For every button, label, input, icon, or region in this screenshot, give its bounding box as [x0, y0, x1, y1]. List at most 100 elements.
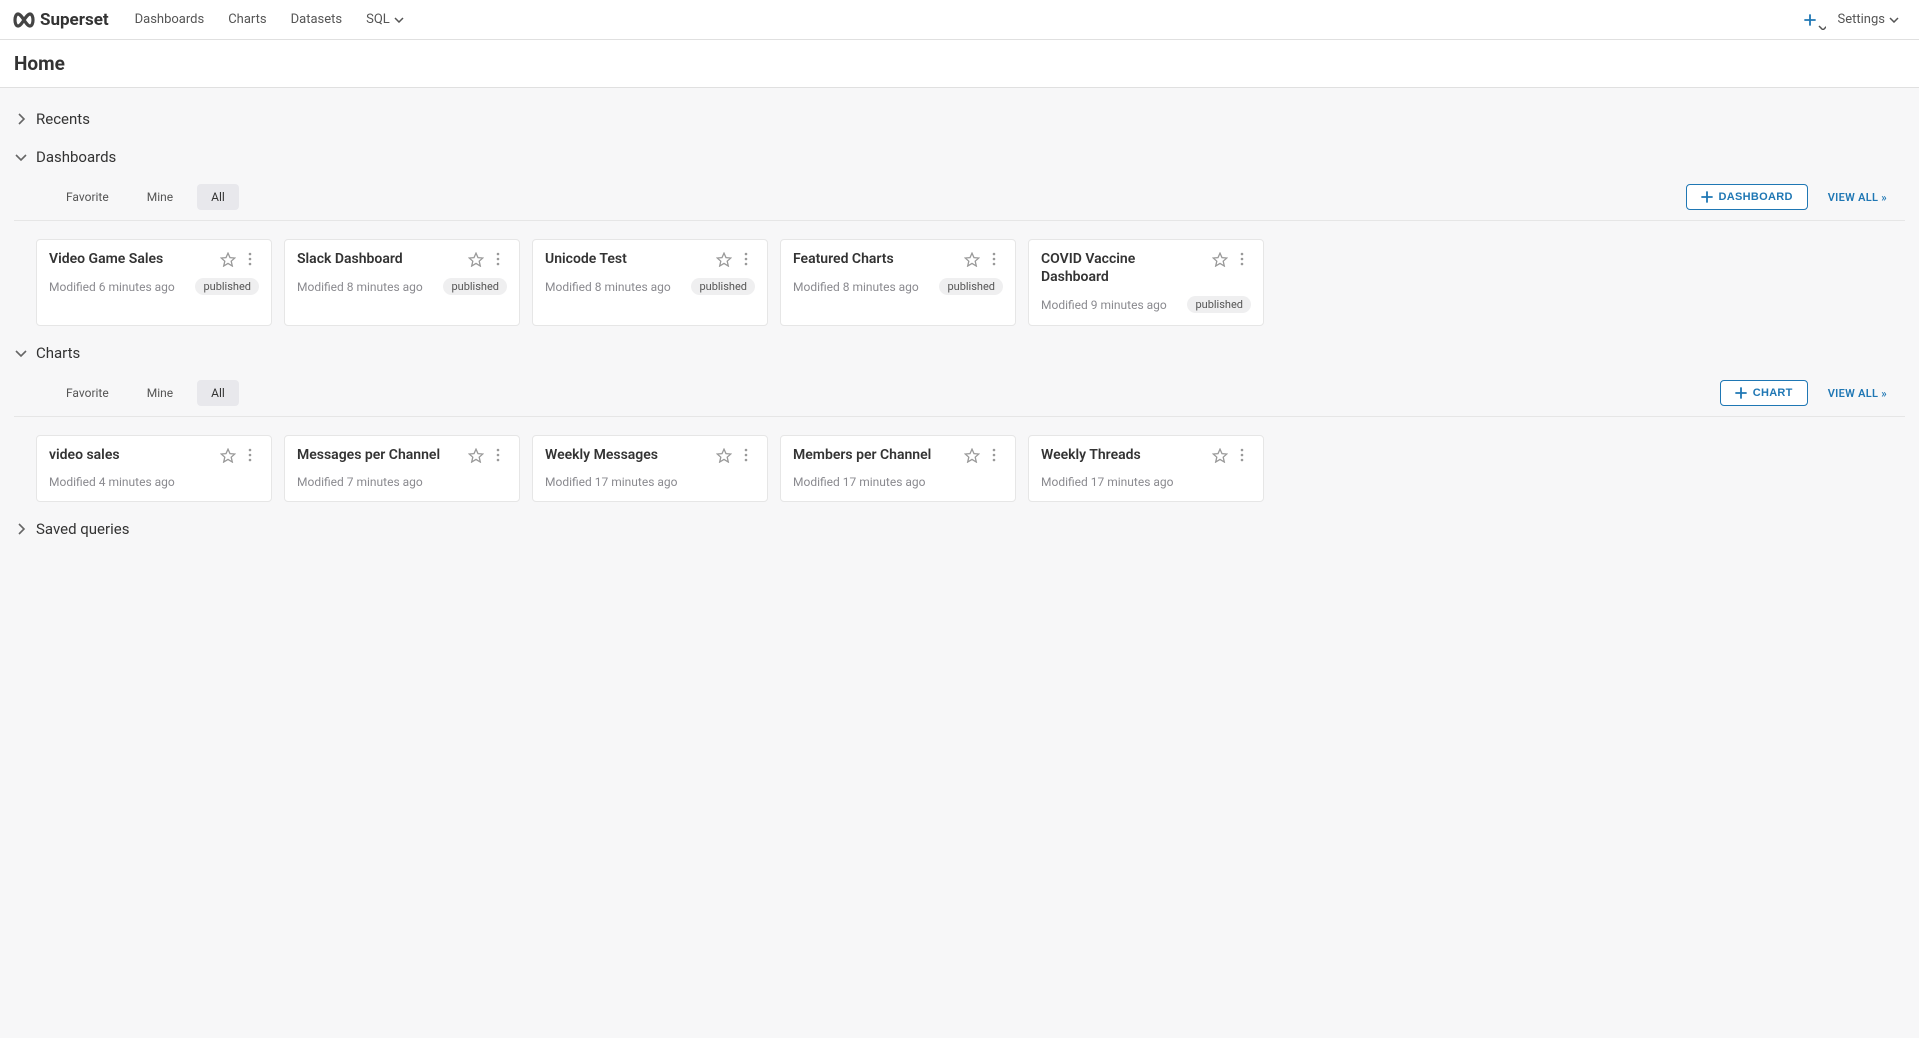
- page-title: Home: [14, 52, 1905, 75]
- card-title: Members per Channel: [793, 446, 957, 464]
- charts-tab-row: Favorite Mine All CHART VIEW ALL »: [14, 372, 1905, 417]
- card-title: Weekly Messages: [545, 446, 709, 464]
- card-title: COVID Vaccine Dashboard: [1041, 250, 1205, 286]
- more-icon[interactable]: [241, 446, 259, 464]
- tab-all[interactable]: All: [197, 184, 239, 210]
- star-icon[interactable]: [715, 250, 733, 268]
- dashboards-card-grid: Video Game Sales Modified 6 minutes ago …: [14, 221, 1905, 334]
- chart-card[interactable]: Members per Channel Modified 17 minutes …: [780, 435, 1016, 501]
- card-title: Messages per Channel: [297, 446, 461, 464]
- chevron-right-icon: [14, 523, 28, 535]
- new-chart-button[interactable]: CHART: [1720, 380, 1808, 406]
- brand-name: Superset: [40, 10, 109, 30]
- card-modified: Modified 8 minutes ago: [793, 280, 939, 294]
- dashboard-card[interactable]: COVID Vaccine Dashboard Modified 9 minut…: [1028, 239, 1264, 326]
- content: Recents Dashboards Favorite Mine All DAS…: [0, 88, 1919, 588]
- dashboards-tab-row: Favorite Mine All DASHBOARD VIEW ALL »: [14, 176, 1905, 221]
- more-icon[interactable]: [985, 250, 1003, 268]
- dashboard-card[interactable]: Video Game Sales Modified 6 minutes ago …: [36, 239, 272, 326]
- card-title: Unicode Test: [545, 250, 709, 268]
- charts-view-all[interactable]: VIEW ALL »: [1828, 387, 1887, 400]
- section-charts-header[interactable]: Charts: [14, 334, 1905, 372]
- section-recents-title: Recents: [36, 110, 90, 128]
- status-badge: published: [1187, 296, 1251, 313]
- card-modified: Modified 7 minutes ago: [297, 475, 507, 489]
- charts-tabs: Favorite Mine All: [32, 380, 239, 406]
- dashboards-tabs: Favorite Mine All: [32, 184, 239, 210]
- star-icon[interactable]: [1211, 250, 1229, 268]
- nav-dashboards[interactable]: Dashboards: [123, 0, 217, 40]
- status-badge: published: [939, 278, 1003, 295]
- card-modified: Modified 8 minutes ago: [545, 280, 691, 294]
- chart-card[interactable]: Weekly Messages Modified 17 minutes ago: [532, 435, 768, 501]
- dashboard-card[interactable]: Featured Charts Modified 8 minutes ago p…: [780, 239, 1016, 326]
- plus-icon: [1735, 387, 1747, 399]
- card-title: Featured Charts: [793, 250, 957, 268]
- more-icon[interactable]: [489, 446, 507, 464]
- chart-card[interactable]: video sales Modified 4 minutes ago: [36, 435, 272, 501]
- tab-all[interactable]: All: [197, 380, 239, 406]
- card-title: Weekly Threads: [1041, 446, 1205, 464]
- section-charts-title: Charts: [36, 344, 80, 362]
- star-icon[interactable]: [715, 446, 733, 464]
- dashboard-card[interactable]: Unicode Test Modified 8 minutes ago publ…: [532, 239, 768, 326]
- tab-mine[interactable]: Mine: [133, 184, 187, 210]
- card-modified: Modified 9 minutes ago: [1041, 298, 1187, 312]
- chevron-down-icon: [14, 153, 28, 162]
- caret-down-icon: [1889, 17, 1899, 23]
- nav-links: Dashboards Charts Datasets SQL: [123, 0, 416, 40]
- tab-favorite[interactable]: Favorite: [52, 380, 123, 406]
- card-modified: Modified 4 minutes ago: [49, 475, 259, 489]
- star-icon[interactable]: [963, 446, 981, 464]
- caret-down-icon: [1818, 25, 1826, 30]
- status-badge: published: [195, 278, 259, 295]
- star-icon[interactable]: [467, 250, 485, 268]
- card-modified: Modified 17 minutes ago: [545, 475, 755, 489]
- brand-logo[interactable]: Superset: [12, 10, 109, 30]
- infinity-icon: [12, 12, 36, 28]
- star-icon[interactable]: [467, 446, 485, 464]
- chart-card[interactable]: Weekly Threads Modified 17 minutes ago: [1028, 435, 1264, 501]
- card-modified: Modified 6 minutes ago: [49, 280, 195, 294]
- more-icon[interactable]: [737, 446, 755, 464]
- section-dashboards-title: Dashboards: [36, 148, 116, 166]
- section-saved-queries-header[interactable]: Saved queries: [14, 510, 1905, 548]
- card-title: Slack Dashboard: [297, 250, 461, 268]
- nav-settings[interactable]: Settings: [1830, 0, 1907, 40]
- section-dashboards-header[interactable]: Dashboards: [14, 138, 1905, 176]
- card-modified: Modified 17 minutes ago: [1041, 475, 1251, 489]
- caret-down-icon: [394, 17, 404, 23]
- top-nav: Superset Dashboards Charts Datasets SQL …: [0, 0, 1919, 40]
- tab-favorite[interactable]: Favorite: [52, 184, 123, 210]
- charts-card-grid: video sales Modified 4 minutes ago Messa…: [14, 417, 1905, 509]
- nav-datasets[interactable]: Datasets: [279, 0, 355, 40]
- star-icon[interactable]: [1211, 446, 1229, 464]
- more-icon[interactable]: [489, 250, 507, 268]
- star-icon[interactable]: [963, 250, 981, 268]
- status-badge: published: [691, 278, 755, 295]
- star-icon[interactable]: [219, 446, 237, 464]
- more-icon[interactable]: [737, 250, 755, 268]
- more-icon[interactable]: [1233, 446, 1251, 464]
- chevron-right-icon: [14, 113, 28, 125]
- card-title: Video Game Sales: [49, 250, 213, 268]
- star-icon[interactable]: [219, 250, 237, 268]
- new-button[interactable]: [1796, 6, 1824, 34]
- nav-sql[interactable]: SQL: [354, 0, 416, 40]
- title-bar: Home: [0, 40, 1919, 88]
- more-icon[interactable]: [1233, 250, 1251, 268]
- new-dashboard-button[interactable]: DASHBOARD: [1686, 184, 1808, 210]
- more-icon[interactable]: [985, 446, 1003, 464]
- dashboard-card[interactable]: Slack Dashboard Modified 8 minutes ago p…: [284, 239, 520, 326]
- card-modified: Modified 17 minutes ago: [793, 475, 1003, 489]
- tab-mine[interactable]: Mine: [133, 380, 187, 406]
- status-badge: published: [443, 278, 507, 295]
- dashboards-view-all[interactable]: VIEW ALL »: [1828, 191, 1887, 204]
- plus-icon: [1701, 191, 1713, 203]
- nav-charts[interactable]: Charts: [216, 0, 278, 40]
- section-recents-header[interactable]: Recents: [14, 100, 1905, 138]
- more-icon[interactable]: [241, 250, 259, 268]
- chevron-down-icon: [14, 349, 28, 358]
- card-title: video sales: [49, 446, 213, 464]
- chart-card[interactable]: Messages per Channel Modified 7 minutes …: [284, 435, 520, 501]
